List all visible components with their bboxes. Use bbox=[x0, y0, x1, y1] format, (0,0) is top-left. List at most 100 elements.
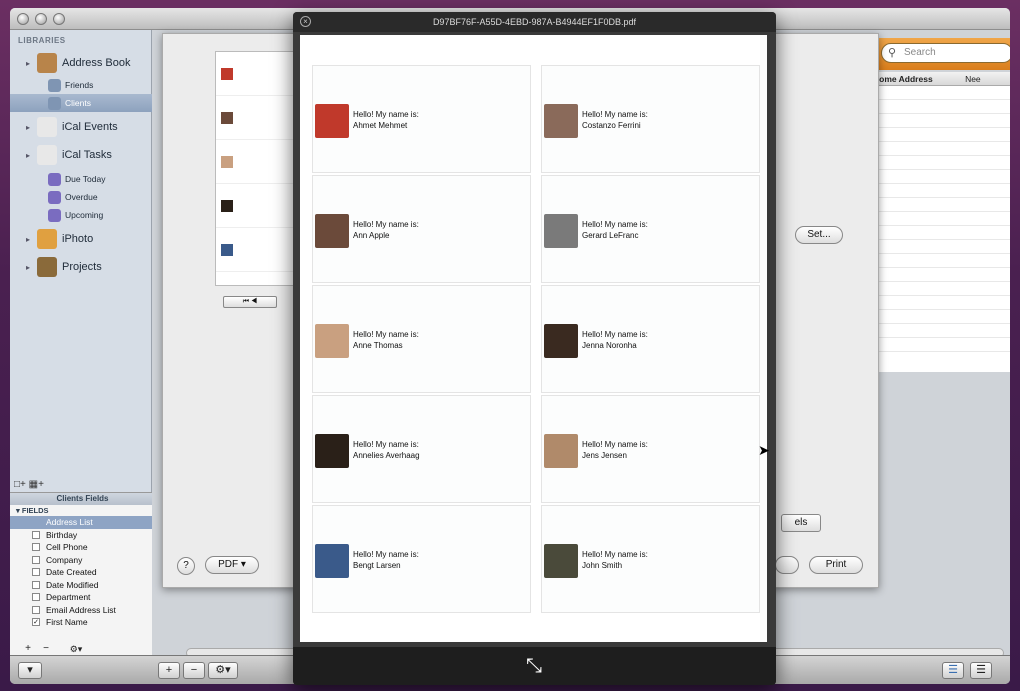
close-window-button[interactable] bbox=[17, 13, 29, 25]
sidebar-item-address-book[interactable]: ▸ Address Book bbox=[10, 53, 152, 73]
field-checkbox[interactable] bbox=[32, 593, 40, 602]
thumbnail-photo bbox=[221, 199, 233, 212]
thumbnail-label[interactable] bbox=[216, 96, 304, 140]
sidebar-item-label: iPhoto bbox=[62, 233, 94, 245]
table-row[interactable] bbox=[869, 86, 1010, 100]
sidebar-item-friends[interactable]: Friends bbox=[10, 76, 152, 94]
list-view-button[interactable]: ☰ bbox=[970, 662, 992, 679]
zoom-window-button[interactable] bbox=[53, 13, 65, 25]
table-row[interactable] bbox=[869, 338, 1010, 352]
search-icon: ⚲ bbox=[888, 47, 897, 59]
person-photo bbox=[544, 214, 578, 248]
collapse-button[interactable]: ▾ bbox=[18, 662, 42, 679]
field-row[interactable]: Date Created bbox=[10, 566, 155, 579]
table-row[interactable] bbox=[869, 100, 1010, 114]
table-row[interactable] bbox=[869, 170, 1010, 184]
disclosure-triangle-icon[interactable]: ▸ bbox=[26, 123, 34, 132]
table-row[interactable] bbox=[869, 114, 1010, 128]
search-input[interactable]: Search bbox=[881, 43, 1010, 63]
sidebar-item-iphoto[interactable]: ▸ iPhoto bbox=[10, 229, 152, 249]
field-row[interactable]: Company bbox=[10, 554, 155, 567]
cancel-button-partial[interactable] bbox=[775, 556, 799, 574]
field-row[interactable]: Date Modified bbox=[10, 579, 155, 592]
person-name: Jens Jensen bbox=[582, 451, 627, 460]
table-row[interactable] bbox=[869, 184, 1010, 198]
table-row[interactable] bbox=[869, 226, 1010, 240]
person-name: Ahmet Mehmet bbox=[353, 121, 408, 130]
page-nav-buttons[interactable]: ⏮ ◀ bbox=[223, 296, 277, 308]
person-photo bbox=[315, 434, 349, 468]
field-checkbox[interactable] bbox=[32, 580, 40, 589]
field-row[interactable]: Cell Phone bbox=[10, 541, 155, 554]
ical-tasks-icon bbox=[37, 145, 57, 165]
column-header-home-address[interactable]: Home Address Nee bbox=[869, 72, 1010, 86]
field-row[interactable]: Address List bbox=[10, 516, 155, 529]
table-row[interactable] bbox=[869, 324, 1010, 338]
sidebar-item-upcoming[interactable]: Upcoming bbox=[10, 206, 152, 224]
sidebar-item-ical-events[interactable]: ▸ iCal Events bbox=[10, 117, 152, 137]
greeting-text: Hello! My name is: bbox=[353, 330, 419, 339]
field-row[interactable]: Email Address List bbox=[10, 604, 155, 617]
add-field-button[interactable]: + bbox=[22, 644, 34, 655]
remove-field-button[interactable]: − bbox=[40, 644, 52, 655]
quicklook-title[interactable]: D97BF76F-A55D-4EBD-987A-B4944EF1F0DB.pdf bbox=[293, 12, 776, 32]
fullscreen-icon[interactable]: ⤡ bbox=[521, 655, 547, 677]
field-checkbox[interactable] bbox=[32, 568, 40, 577]
records-list[interactable]: Home Address Nee bbox=[868, 72, 1010, 372]
sidebar-item-label: iCal Tasks bbox=[62, 149, 112, 161]
pdf-button[interactable]: PDF ▾ bbox=[205, 556, 259, 574]
greeting-text: Hello! My name is: bbox=[582, 220, 648, 229]
field-checkbox[interactable]: ✓ bbox=[32, 618, 40, 627]
add-record-button[interactable]: + bbox=[158, 662, 180, 679]
add-group-icon[interactable]: □+ ▦+ bbox=[14, 479, 44, 490]
field-row[interactable]: Department bbox=[10, 591, 155, 604]
close-icon[interactable]: × bbox=[300, 16, 311, 27]
field-checkbox[interactable] bbox=[32, 605, 40, 614]
action-menu-button[interactable]: ⚙▾ bbox=[208, 662, 238, 679]
thumbnail-label[interactable] bbox=[216, 228, 304, 272]
sidebar-item-projects[interactable]: ▸ Projects bbox=[10, 257, 152, 277]
help-button[interactable]: ? bbox=[177, 557, 195, 575]
set-button[interactable]: Set... bbox=[795, 226, 843, 244]
table-row[interactable] bbox=[869, 156, 1010, 170]
field-checkbox[interactable] bbox=[32, 530, 40, 539]
sidebar-item-due-today[interactable]: Due Today bbox=[10, 170, 152, 188]
table-row[interactable] bbox=[869, 268, 1010, 282]
table-row[interactable] bbox=[869, 142, 1010, 156]
disclosure-triangle-icon[interactable]: ▸ bbox=[26, 263, 34, 272]
disclosure-triangle-icon[interactable]: ▸ bbox=[26, 59, 34, 68]
thumbnail-label[interactable] bbox=[216, 52, 304, 96]
table-row[interactable] bbox=[869, 212, 1010, 226]
thumbnail-label[interactable] bbox=[216, 140, 304, 184]
pdf-page: Hello! My name is: Ahmet Mehmet Hello! My … bbox=[300, 35, 767, 642]
remove-record-button[interactable]: − bbox=[183, 662, 205, 679]
field-checkbox[interactable] bbox=[32, 543, 40, 552]
sidebar-item-overdue[interactable]: Overdue bbox=[10, 188, 152, 206]
table-row[interactable] bbox=[869, 198, 1010, 212]
thumbnail-label[interactable] bbox=[216, 184, 304, 228]
sidebar-item-label: Upcoming bbox=[65, 210, 104, 220]
print-button[interactable]: Print bbox=[809, 556, 863, 574]
table-row[interactable] bbox=[869, 296, 1010, 310]
name-tag-card: Hello! My name is: Anne Thomas bbox=[312, 285, 531, 393]
table-row[interactable] bbox=[869, 254, 1010, 268]
greeting-text: Hello! My name is: bbox=[353, 220, 419, 229]
labels-button[interactable]: els bbox=[781, 514, 821, 532]
table-row[interactable] bbox=[869, 240, 1010, 254]
table-row[interactable] bbox=[869, 282, 1010, 296]
field-checkbox[interactable] bbox=[32, 555, 40, 564]
disclosure-triangle-icon[interactable]: ▸ bbox=[26, 151, 34, 160]
sidebar-item-clients[interactable]: Clients bbox=[10, 94, 152, 112]
sidebar-item-ical-tasks[interactable]: ▸ iCal Tasks bbox=[10, 145, 152, 165]
field-row[interactable]: ✓ First Name bbox=[10, 616, 155, 629]
table-row[interactable] bbox=[869, 128, 1010, 142]
field-action-button[interactable]: ⚙▾ bbox=[64, 644, 88, 655]
smart-folder-icon bbox=[48, 190, 61, 204]
note-view-button[interactable]: ☰ bbox=[942, 662, 964, 679]
field-row[interactable]: Birthday bbox=[10, 529, 155, 542]
table-row[interactable] bbox=[869, 310, 1010, 324]
minimize-window-button[interactable] bbox=[35, 13, 47, 25]
mouse-cursor-icon: ➤ bbox=[758, 442, 770, 458]
disclosure-triangle-icon[interactable]: ▸ bbox=[26, 235, 34, 244]
person-photo bbox=[315, 214, 349, 248]
